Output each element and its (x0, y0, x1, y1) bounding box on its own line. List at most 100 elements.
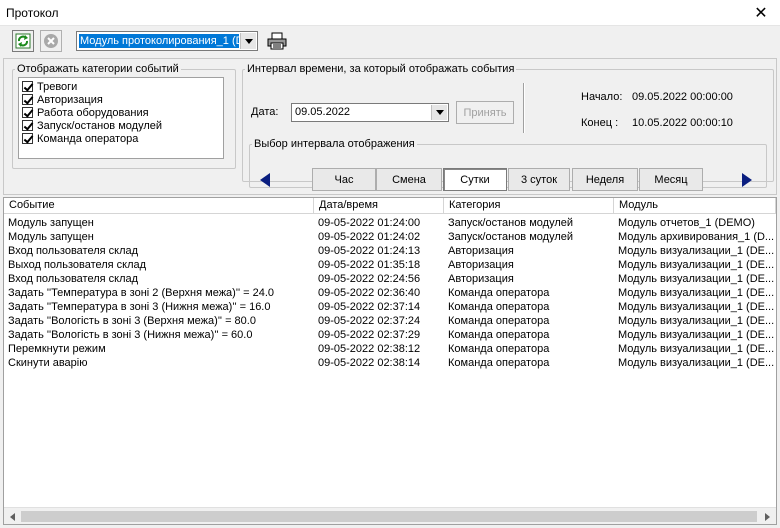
category-item[interactable]: Тревоги (22, 80, 220, 93)
table-cell: Модуль визуализации_1 (DE... (618, 259, 775, 271)
table-cell: Команда оператора (448, 287, 550, 299)
table-cell: Перемкнути режим (8, 343, 106, 355)
table-cell: Модуль архивирования_1 (D... (618, 231, 775, 243)
table-cell: Модуль визуализации_1 (DE... (618, 287, 775, 299)
table-cell: 09-05-2022 01:24:13 (318, 245, 421, 257)
scroll-left-icon[interactable] (4, 508, 21, 525)
table-row[interactable]: Модуль запущен 09-05-2022 01:24:00 Запуск/… (4, 216, 776, 230)
range-group: Выбор интервала отображения Час Смена Сутк… (249, 138, 767, 191)
interval-button[interactable]: 3 суток (508, 168, 570, 191)
table-cell: Авторизация (448, 273, 514, 285)
interval-button[interactable]: Неделя (572, 168, 638, 191)
close-icon[interactable]: ✕ (752, 3, 770, 23)
protocol-window: Протокол ✕ Модуль протоколирования_1 (D (0, 0, 780, 528)
events-table: Событие Дата/время Категория Модуль Модуль … (3, 197, 777, 525)
table-cell: Модуль визуализации_1 (DE... (618, 245, 775, 257)
table-cell: Команда оператора (448, 343, 550, 355)
refresh-icon (15, 33, 31, 49)
table-cell: Модуль визуализации_1 (DE... (618, 301, 775, 313)
category-item[interactable]: Авторизация (22, 93, 220, 106)
table-cell: Команда оператора (448, 315, 550, 327)
window-title: Протокол (6, 6, 59, 20)
table-cell: 09-05-2022 02:38:14 (318, 357, 421, 369)
title-bar: Протокол ✕ (0, 0, 780, 26)
category-checkbox[interactable] (22, 133, 33, 144)
table-cell: Скинути аварію (8, 357, 88, 369)
stop-icon (44, 34, 58, 48)
category-label: Команда оператора (37, 132, 139, 145)
table-row[interactable]: Выход пользователя склад 09-05-2022 01:35… (4, 258, 776, 272)
interval-button[interactable]: Смена (376, 168, 442, 191)
table-row[interactable]: Вход пользователя склад 09-05-2022 02:24:… (4, 272, 776, 286)
interval-group: Интервал времени, за который отображать … (242, 63, 774, 191)
table-cell: Команда оператора (448, 329, 550, 341)
scrollbar-thumb[interactable] (21, 511, 757, 522)
category-item[interactable]: Работа оборудования (22, 106, 220, 119)
categories-group: Отображать категории событий Тревоги Авто… (12, 63, 236, 169)
category-item[interactable]: Запуск/останов модулей (22, 119, 220, 132)
table-row[interactable]: Вход пользователя склад 09-05-2022 01:24:… (4, 244, 776, 258)
table-cell: Модуль визуализации_1 (DE... (618, 329, 775, 341)
interval-button[interactable]: Сутки (443, 168, 507, 191)
table-row[interactable]: Модуль запущен 09-05-2022 01:24:02 Запуск/… (4, 230, 776, 244)
chevron-down-icon[interactable] (240, 33, 256, 49)
date-label: Дата: (251, 106, 279, 118)
categories-list: Тревоги Авторизация Работа оборудования Зап… (18, 77, 224, 159)
table-cell: Задать ''Температура в зоні 3 (Нижня меж… (8, 301, 271, 313)
interval-button[interactable]: Час (312, 168, 376, 191)
arrow-right-icon (742, 172, 752, 187)
horizontal-scrollbar[interactable] (4, 507, 776, 524)
categories-legend: Отображать категории событий (17, 63, 179, 75)
column-header[interactable]: Дата/время (314, 198, 444, 214)
chevron-down-icon[interactable] (431, 105, 447, 120)
category-checkbox[interactable] (22, 81, 33, 92)
category-item[interactable]: Команда оператора (22, 132, 220, 145)
table-cell: 09-05-2022 02:37:24 (318, 315, 421, 327)
table-cell: 09-05-2022 01:24:02 (318, 231, 421, 243)
column-header[interactable]: Категория (444, 198, 614, 214)
table-cell: Модуль отчетов_1 (DEMO) (618, 217, 755, 229)
next-interval-button[interactable] (736, 168, 758, 191)
table-row[interactable]: Задать ''Вологість в зоні 3 (Верхня межа… (4, 314, 776, 328)
table-row[interactable]: Задать ''Температура в зоні 3 (Нижня меж… (4, 300, 776, 314)
table-row[interactable]: Задать ''Вологість в зоні 3 (Нижня межа)… (4, 328, 776, 342)
table-body: Модуль запущен 09-05-2022 01:24:00 Запуск/… (4, 216, 776, 370)
table-cell: Задать ''Температура в зоні 2 (Верхня ме… (8, 287, 274, 299)
table-header: Событие Дата/время Категория Модуль (4, 198, 776, 214)
print-button[interactable] (266, 30, 288, 52)
category-checkbox[interactable] (22, 120, 33, 131)
interval-button[interactable]: Месяц (639, 168, 703, 191)
category-checkbox[interactable] (22, 94, 33, 105)
table-row[interactable]: Задать ''Температура в зоні 2 (Верхня ме… (4, 286, 776, 300)
scroll-right-icon[interactable] (759, 508, 776, 525)
arrow-left-icon (260, 172, 270, 187)
category-checkbox[interactable] (22, 107, 33, 118)
refresh-button[interactable] (12, 30, 34, 52)
module-select[interactable]: Модуль протоколирования_1 (D (76, 31, 258, 51)
category-label: Запуск/останов модулей (37, 119, 163, 132)
table-cell: Модуль запущен (8, 217, 94, 229)
table-cell: Модуль визуализации_1 (DE... (618, 357, 775, 369)
column-header[interactable]: Модуль (614, 198, 776, 214)
category-label: Работа оборудования (37, 106, 149, 119)
table-row[interactable]: Перемкнути режим 09-05-2022 02:38:12 Коман… (4, 342, 776, 356)
prev-interval-button[interactable] (254, 168, 276, 191)
table-cell: Команда оператора (448, 301, 550, 313)
column-header[interactable]: Событие (4, 198, 314, 214)
date-picker[interactable]: 09.05.2022 (291, 103, 449, 122)
stop-button[interactable] (40, 30, 62, 52)
table-cell: 09-05-2022 02:37:29 (318, 329, 421, 341)
table-cell: Вход пользователя склад (8, 273, 139, 285)
table-row[interactable]: Скинути аварію 09-05-2022 02:38:14 Команда… (4, 356, 776, 370)
range-legend: Выбор интервала отображения (254, 138, 415, 150)
table-cell: 09-05-2022 01:35:18 (318, 259, 421, 271)
toolbar: Модуль протоколирования_1 (D (0, 27, 780, 57)
apply-button[interactable]: Принять (456, 101, 514, 124)
table-cell: Авторизация (448, 259, 514, 271)
table-cell: Запуск/останов модулей (448, 231, 574, 243)
printer-icon (267, 32, 287, 50)
filter-panel: Отображать категории событий Тревоги Авто… (3, 58, 777, 195)
table-cell: Задать ''Вологість в зоні 3 (Верхня межа… (8, 315, 256, 327)
table-cell: Команда оператора (448, 357, 550, 369)
table-cell: Задать ''Вологість в зоні 3 (Нижня межа)… (8, 329, 253, 341)
